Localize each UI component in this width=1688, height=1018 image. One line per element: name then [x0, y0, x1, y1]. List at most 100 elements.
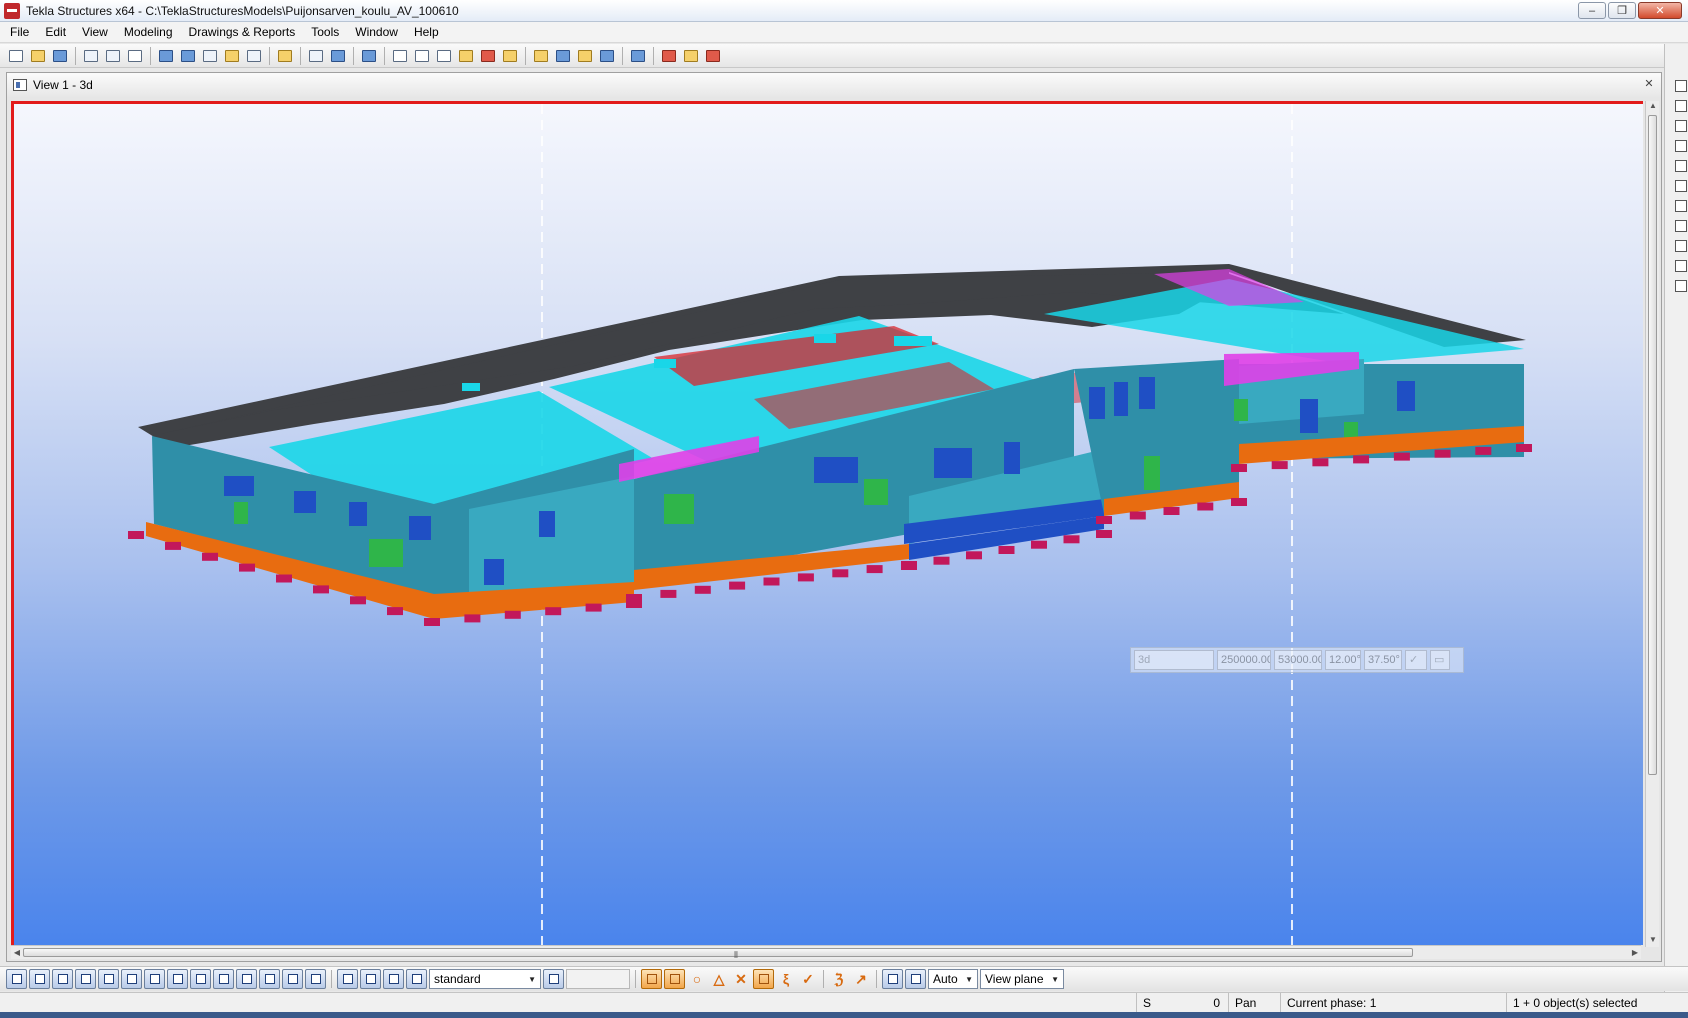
select-reference-icon[interactable] [305, 969, 326, 989]
select-objects-icon[interactable] [282, 969, 303, 989]
y-coordinate-field[interactable]: 53000.00 [1274, 650, 1322, 670]
refresh-icon[interactable] [681, 46, 701, 66]
side-tool-icon[interactable] [1675, 120, 1687, 132]
select-grid-icon[interactable] [98, 969, 119, 989]
side-tool-icon[interactable] [1675, 80, 1687, 92]
side-tool-icon[interactable] [1675, 200, 1687, 212]
rotate-icon[interactable] [434, 46, 454, 66]
help-pointer-icon[interactable] [359, 46, 379, 66]
select-views-icon[interactable] [190, 969, 211, 989]
view-window-icon[interactable] [156, 46, 176, 66]
selection-filter-select[interactable]: standard ▼ [429, 969, 541, 989]
menu-view[interactable]: View [74, 22, 116, 43]
menu-file[interactable]: File [2, 22, 37, 43]
cut-icon[interactable] [222, 46, 242, 66]
scroll-down-icon[interactable]: ▼ [1646, 935, 1660, 947]
menu-drawings-reports[interactable]: Drawings & Reports [181, 22, 304, 43]
window-layout-icon[interactable] [178, 46, 198, 66]
select-assembly-icon[interactable] [337, 969, 358, 989]
snap-geometry-lines-icon[interactable] [664, 969, 685, 989]
tilt-angle-field[interactable]: 37.50° [1364, 650, 1402, 670]
view-close-button[interactable]: ✕ [1643, 78, 1655, 90]
model-viewport[interactable] [11, 101, 1643, 945]
save-model-icon[interactable] [50, 46, 70, 66]
menu-help[interactable]: Help [406, 22, 447, 43]
side-tool-icon[interactable] [1675, 100, 1687, 112]
select-gridlines-icon[interactable] [121, 969, 142, 989]
snap-intersection-icon[interactable]: ✕ [731, 969, 751, 989]
view-horizontal-scrollbar[interactable]: ◀ ⦀ ▶ [11, 945, 1641, 960]
select-object-icon[interactable] [383, 969, 404, 989]
filter-settings-icon[interactable] [543, 969, 564, 989]
paste-special-icon[interactable] [275, 46, 295, 66]
select-cuts-icon[interactable] [167, 969, 188, 989]
side-tool-icon[interactable] [1675, 240, 1687, 252]
side-tool-icon[interactable] [1675, 280, 1687, 292]
select-in-component-icon[interactable] [406, 969, 427, 989]
snap-free-icon[interactable]: ↗ [851, 969, 871, 989]
snap-line-extension-icon[interactable]: ξ [776, 969, 796, 989]
window-tile-icon[interactable] [200, 46, 220, 66]
menu-window[interactable]: Window [347, 22, 406, 43]
maximize-button[interactable]: ❐ [1608, 2, 1636, 19]
new-model-icon[interactable] [6, 46, 26, 66]
snap-midpoint-icon[interactable]: △ [709, 969, 729, 989]
confirm-check-icon[interactable]: ✓ [1405, 650, 1427, 670]
scroll-left-icon[interactable]: ◀ [11, 946, 23, 960]
menu-modeling[interactable]: Modeling [116, 22, 181, 43]
scroll-right-icon[interactable]: ▶ [1629, 946, 1641, 960]
grid-line-icon[interactable] [412, 46, 432, 66]
view-vertical-scrollbar[interactable]: ▲ ▼ [1645, 101, 1659, 947]
snap-nearest-point-icon[interactable]: ℨ [829, 969, 849, 989]
snap-depth-select[interactable]: Auto ▼ [928, 969, 978, 989]
pick-point-icon[interactable] [328, 46, 348, 66]
select-bolts-icon[interactable] [213, 969, 234, 989]
print-preview-icon[interactable] [103, 46, 123, 66]
select-assemblies-icon[interactable] [259, 969, 280, 989]
window-icon[interactable]: ▭ [1430, 650, 1450, 670]
numbering-icon[interactable] [597, 46, 617, 66]
menu-tools[interactable]: Tools [303, 22, 347, 43]
scroll-up-icon[interactable]: ▲ [1646, 101, 1660, 113]
side-tool-icon[interactable] [1675, 220, 1687, 232]
snap-perpendicular-icon[interactable] [753, 969, 774, 989]
plot-icon[interactable] [125, 46, 145, 66]
mirror-icon[interactable] [575, 46, 595, 66]
menu-edit[interactable]: Edit [37, 22, 74, 43]
select-points-icon[interactable] [75, 969, 96, 989]
copy-object-icon[interactable] [531, 46, 551, 66]
measure-angle-icon[interactable] [456, 46, 476, 66]
work-plane-select[interactable]: View plane ▼ [980, 969, 1064, 989]
select-components-icon[interactable] [236, 969, 257, 989]
palette-icon[interactable] [703, 46, 723, 66]
rotation-angle-field[interactable]: 12.00° [1325, 650, 1361, 670]
select-all-icon[interactable] [6, 969, 27, 989]
grid-icon[interactable] [390, 46, 410, 66]
clip-plane-icon[interactable] [500, 46, 520, 66]
move-object-icon[interactable] [553, 46, 573, 66]
close-button[interactable]: ✕ [1638, 2, 1682, 19]
select-welds-icon[interactable] [144, 969, 165, 989]
open-model-icon[interactable] [28, 46, 48, 66]
side-tool-icon[interactable] [1675, 160, 1687, 172]
side-tool-icon[interactable] [1675, 180, 1687, 192]
view-name-field[interactable]: 3d [1134, 650, 1214, 670]
print-icon[interactable] [81, 46, 101, 66]
report-icon[interactable] [628, 46, 648, 66]
scroll-thumb[interactable]: ⦀ [23, 948, 1413, 960]
select-parts-icon[interactable] [29, 969, 50, 989]
delete-icon[interactable] [659, 46, 679, 66]
scroll-thumb[interactable] [1648, 115, 1657, 775]
select-objects-in-assembly-icon[interactable] [360, 969, 381, 989]
select-filter-icon[interactable] [306, 46, 326, 66]
snap-reference-lines-icon[interactable] [641, 969, 662, 989]
snap-any-position-icon[interactable]: ✓ [798, 969, 818, 989]
select-surface-icon[interactable] [52, 969, 73, 989]
arc-icon[interactable] [478, 46, 498, 66]
snap-override-icon[interactable] [882, 969, 903, 989]
side-tool-icon[interactable] [1675, 140, 1687, 152]
snap-settings-icon[interactable] [905, 969, 926, 989]
snap-center-icon[interactable]: ○ [687, 969, 707, 989]
copy-icon[interactable] [244, 46, 264, 66]
x-coordinate-field[interactable]: 250000.00 [1217, 650, 1271, 670]
